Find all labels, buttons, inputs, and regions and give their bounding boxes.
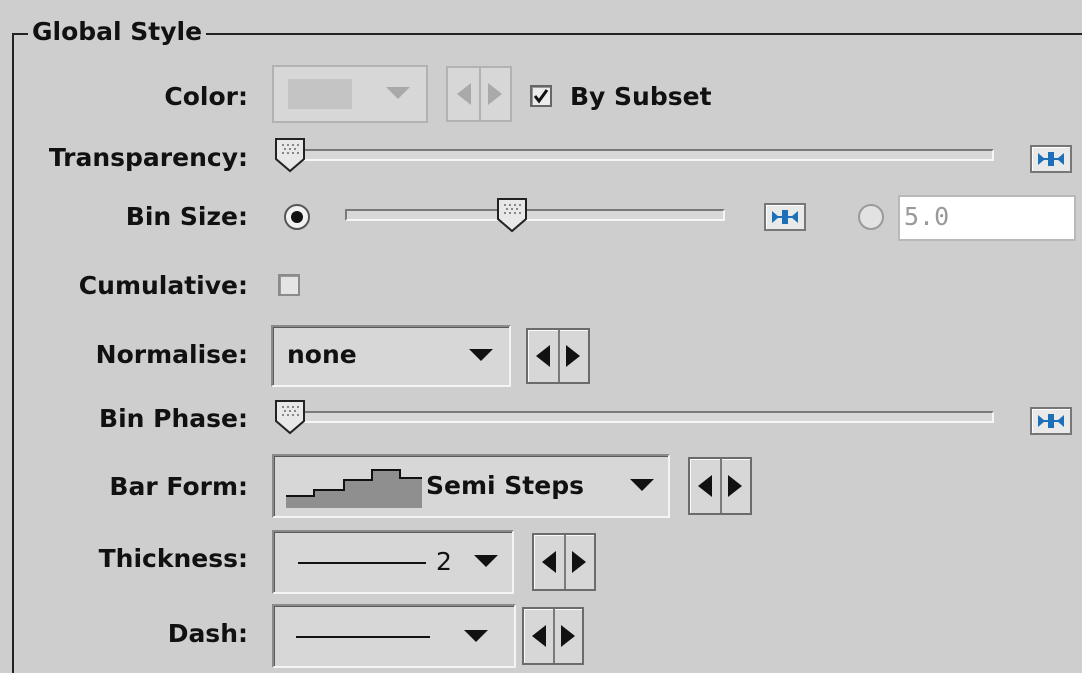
bin-size-slider-radio[interactable]: [282, 202, 312, 232]
by-subset-checkbox[interactable]: [530, 85, 552, 107]
group-frame-left: [12, 33, 14, 673]
dash-next-button[interactable]: [553, 609, 582, 663]
thickness-next-button[interactable]: [564, 535, 594, 589]
normalise-prev-button[interactable]: [528, 330, 560, 382]
bar-form-value: Semi Steps: [426, 471, 584, 500]
normalise-combo[interactable]: none: [271, 325, 511, 387]
center-arrows-icon: [1038, 152, 1064, 166]
arrow-right-icon: [560, 625, 575, 647]
color-prev-button[interactable]: [448, 68, 481, 120]
color-prev-next[interactable]: [446, 66, 512, 122]
label-bin-size: Bin Size:: [125, 202, 248, 231]
bar-form-prev-next[interactable]: [688, 457, 752, 515]
dash-combo[interactable]: [272, 604, 516, 668]
transparency-slider-track[interactable]: [280, 149, 994, 161]
thickness-prev-next[interactable]: [532, 533, 596, 591]
chevron-down-icon: [469, 349, 493, 361]
arrow-right-icon: [566, 345, 580, 367]
arrow-right-icon: [728, 475, 742, 497]
arrow-left-icon: [698, 475, 712, 497]
normalise-value: none: [287, 340, 357, 369]
thickness-line-icon: [298, 562, 426, 564]
label-thickness: Thickness:: [98, 544, 248, 573]
bin-size-center-button[interactable]: [764, 203, 806, 231]
arrow-left-icon: [536, 345, 550, 367]
label-bar-form: Bar Form:: [109, 472, 248, 501]
bin-size-text-radio[interactable]: [856, 202, 886, 232]
bin-size-slider-thumb[interactable]: [496, 197, 528, 233]
thickness-value: 2: [436, 547, 452, 576]
label-bin-phase: Bin Phase:: [99, 404, 248, 433]
transparency-slider-thumb[interactable]: [274, 137, 306, 173]
label-normalise: Normalise:: [95, 340, 248, 369]
chevron-down-icon: [464, 630, 488, 642]
cumulative-checkbox[interactable]: [278, 274, 300, 296]
bar-form-prev-button[interactable]: [690, 459, 722, 513]
arrow-right-icon: [572, 551, 586, 573]
bin-phase-slider-track[interactable]: [280, 411, 994, 423]
by-subset-label: By Subset: [570, 82, 712, 111]
dash-prev-button[interactable]: [524, 609, 555, 663]
thickness-combo[interactable]: 2: [272, 530, 514, 594]
bin-size-text-field[interactable]: 5.0: [898, 195, 1076, 241]
normalise-prev-next[interactable]: [526, 328, 590, 384]
label-dash: Dash:: [167, 619, 248, 648]
color-swatch: [288, 79, 352, 109]
label-cumulative: Cumulative:: [78, 271, 248, 300]
solid-line-icon: [296, 636, 430, 638]
bar-form-combo[interactable]: Semi Steps: [272, 454, 670, 518]
bin-phase-slider-thumb[interactable]: [274, 399, 306, 435]
panel-title: Global Style: [28, 15, 207, 49]
normalise-next-button[interactable]: [558, 330, 588, 382]
chevron-down-icon: [630, 479, 654, 491]
label-color: Color:: [164, 82, 248, 111]
transparency-center-button[interactable]: [1030, 145, 1072, 173]
chevron-down-icon: [386, 87, 410, 99]
color-combo[interactable]: [272, 65, 428, 123]
chevron-down-icon: [474, 555, 498, 567]
arrow-left-icon: [456, 83, 471, 105]
thickness-prev-button[interactable]: [534, 535, 566, 589]
bar-form-next-button[interactable]: [720, 459, 750, 513]
bin-size-slider-track[interactable]: [345, 209, 725, 221]
arrow-left-icon: [531, 625, 546, 647]
color-next-button[interactable]: [479, 68, 510, 120]
bin-phase-center-button[interactable]: [1030, 407, 1072, 435]
dash-prev-next[interactable]: [522, 607, 584, 665]
arrow-left-icon: [542, 551, 556, 573]
arrow-right-icon: [487, 83, 502, 105]
center-arrows-icon: [772, 210, 798, 224]
checkmark-icon: [533, 89, 549, 104]
semi-steps-icon: [286, 469, 422, 508]
label-transparency: Transparency:: [48, 143, 248, 172]
center-arrows-icon: [1038, 414, 1064, 428]
